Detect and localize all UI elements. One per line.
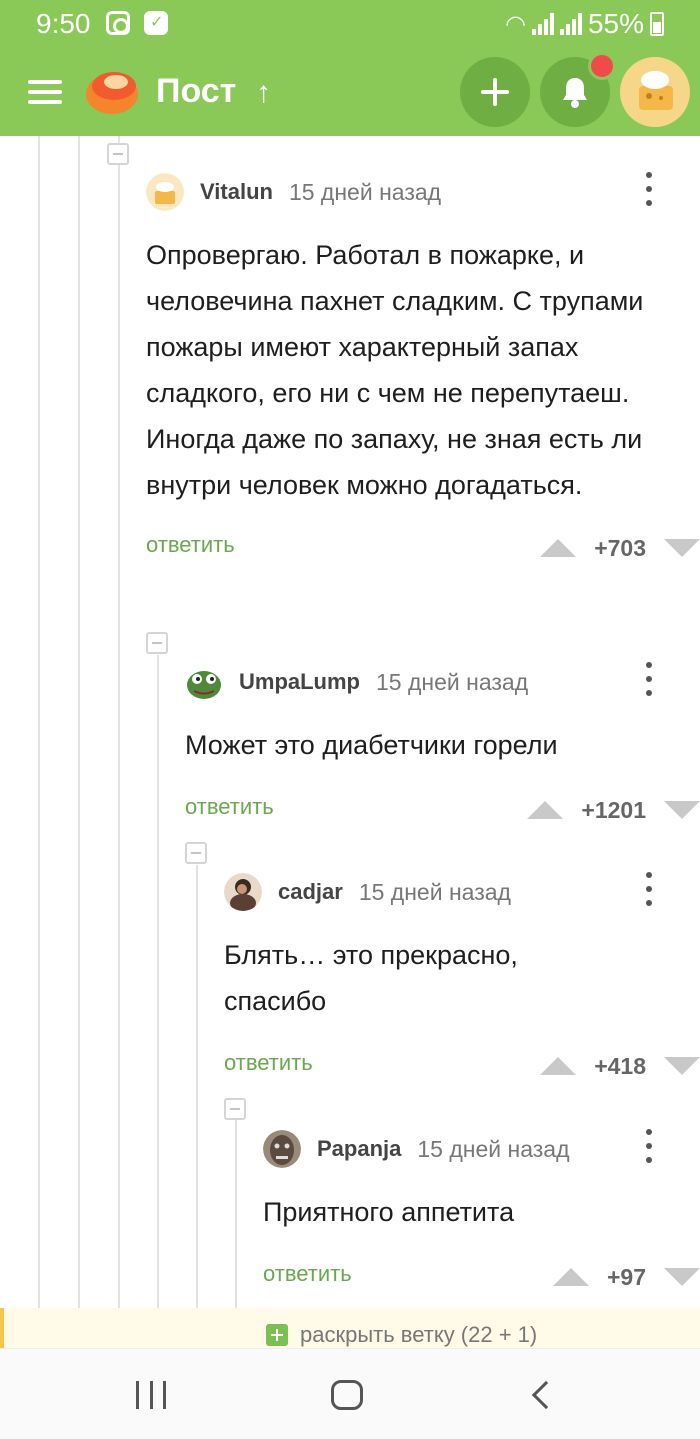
instagram-icon [106, 11, 130, 35]
collapse-thread-button[interactable] [107, 143, 129, 165]
comment-username[interactable]: Vitalun [200, 179, 273, 205]
comment: UmpaLump 15 дней назад Может это диабетч… [185, 662, 700, 830]
comment: Vitalun 15 дней назад Опровергаю. Работа… [146, 172, 700, 568]
comment-footer: ответить +418 [224, 1046, 700, 1086]
expand-branch-button[interactable]: раскрыть ветку (22 + 1) [266, 1322, 537, 1348]
page-title: Пост [156, 72, 237, 110]
comment-text: Блять… это прекрасно, спасибо [224, 940, 518, 1016]
collapse-thread-button[interactable] [146, 632, 168, 654]
more-options-icon[interactable] [646, 662, 654, 696]
downvote-icon[interactable] [664, 801, 700, 819]
expand-branch-row: раскрыть ветку (22 + 1) [0, 1308, 700, 1348]
downvote-icon[interactable] [664, 539, 700, 557]
comment-score: +97 [606, 1263, 646, 1290]
comment-score: +418 [594, 1052, 646, 1079]
checkbox-notification-icon: ✓ [144, 11, 168, 35]
thread-line [157, 655, 159, 1348]
comment-footer: ответить +703 [146, 528, 700, 568]
comment-text: Приятного аппетита [263, 1197, 515, 1227]
thread-line [38, 136, 40, 1348]
comment-time: 15 дней назад [417, 1135, 570, 1162]
home-icon[interactable] [331, 1380, 363, 1410]
battery-percent: 55% [587, 8, 644, 39]
pikabu-logo[interactable] [84, 64, 140, 116]
downvote-icon[interactable] [664, 1057, 700, 1075]
comment-header: UmpaLump 15 дней назад [185, 662, 700, 702]
comment-score: +703 [594, 534, 646, 561]
reply-button[interactable]: ответить [263, 1261, 352, 1287]
status-right: ◠ 55% [505, 8, 664, 40]
comment-footer: ответить +1201 [185, 790, 700, 830]
comment-time: 15 дней назад [358, 878, 511, 905]
comment-text: Может это диабетчики горели [185, 730, 558, 760]
vote-controls: +1201 [527, 790, 700, 830]
thread-line [196, 865, 198, 1348]
expand-branch-label: раскрыть ветку (22 + 1) [300, 1322, 538, 1347]
notification-badge [588, 52, 616, 80]
avatar[interactable] [185, 663, 223, 701]
bell-icon [563, 78, 587, 108]
battery-icon [650, 12, 664, 36]
avatar[interactable] [146, 173, 184, 211]
collapse-thread-button[interactable] [185, 842, 207, 864]
comment-username[interactable]: UmpaLump [239, 669, 360, 695]
system-nav-bar [0, 1348, 700, 1439]
thread-line [78, 136, 80, 1348]
reply-button[interactable]: ответить [146, 532, 235, 558]
reply-button[interactable]: ответить [185, 794, 274, 820]
vote-controls: +703 [540, 528, 700, 568]
comment-time: 15 дней назад [376, 668, 529, 695]
comment: cadjar 15 дней назад Блять… это прекрасн… [224, 872, 700, 1086]
avatar[interactable] [263, 1130, 301, 1168]
more-options-icon[interactable] [646, 1129, 654, 1163]
comment-score: +1201 [581, 796, 646, 823]
comment: Papanja 15 дней назад Приятного аппетита… [263, 1129, 700, 1297]
status-bar: 9:50 ✓ ◠ 55% [0, 0, 700, 50]
vote-controls: +97 [552, 1257, 700, 1297]
signal-icon [531, 13, 554, 35]
comment-username[interactable]: Papanja [317, 1136, 401, 1162]
comment-header: cadjar 15 дней назад [224, 872, 700, 912]
back-icon[interactable] [531, 1380, 561, 1410]
collapse-thread-button[interactable] [224, 1098, 246, 1120]
comment-text: Опровергаю. Работал в пожарке, и человеч… [146, 240, 644, 500]
wifi-icon: ◠ [505, 10, 526, 38]
chef-avatar-icon [639, 71, 673, 110]
app-bar: Пост ↑ [0, 50, 700, 136]
plus-square-icon [266, 1324, 288, 1346]
vote-controls: +418 [540, 1046, 700, 1086]
recent-apps-icon[interactable] [136, 1381, 166, 1409]
more-options-icon[interactable] [646, 172, 654, 206]
menu-icon[interactable] [28, 80, 62, 104]
avatar[interactable] [224, 873, 262, 911]
arrow-up-icon[interactable]: ↑ [256, 76, 271, 110]
upvote-icon[interactable] [540, 539, 577, 557]
thread-line [118, 136, 120, 1348]
upvote-icon[interactable] [552, 1268, 589, 1286]
user-avatar[interactable] [620, 57, 690, 127]
add-post-button[interactable] [460, 57, 530, 127]
comment-time: 15 дней назад [288, 178, 442, 205]
status-time: 9:50 [36, 8, 91, 39]
downvote-icon[interactable] [664, 1268, 700, 1286]
comment-footer: ответить +97 [263, 1257, 700, 1297]
comment-header: Papanja 15 дней назад [263, 1129, 700, 1169]
top-bar: 9:50 ✓ ◠ 55% Пост ↑ [0, 0, 700, 136]
more-options-icon[interactable] [646, 872, 654, 906]
upvote-icon[interactable] [540, 1057, 577, 1075]
upvote-icon[interactable] [527, 801, 564, 819]
signal-icon-2 [559, 13, 582, 35]
comment-username[interactable]: cadjar [278, 879, 343, 905]
comment-header: Vitalun 15 дней назад [146, 172, 700, 212]
reply-button[interactable]: ответить [224, 1050, 313, 1076]
